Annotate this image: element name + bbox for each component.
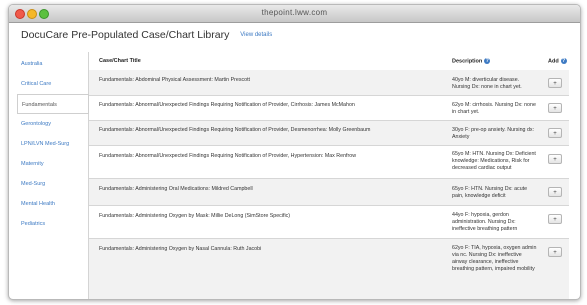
case-description: 44yo F: hypoxia, gerdon administration. … [452, 212, 518, 232]
table-row: Fundamentals: Administering Oxygen by Na… [89, 239, 569, 299]
column-header-description: Description? [452, 58, 491, 65]
add-case-button[interactable]: + [548, 247, 562, 257]
case-title[interactable]: Fundamentals: Abnormal/Unexpected Findin… [99, 102, 355, 108]
case-description: 40yo M: diverticular disease. Nursing Dx… [452, 77, 522, 90]
sidebar-item-pediatrics[interactable]: Pediatrics [17, 214, 88, 234]
browser-window: thepoint.lww.com DocuCare Pre-Populated … [8, 4, 581, 300]
column-header-title: Case/Chart Title [99, 58, 141, 64]
table-row: Fundamentals: Abnormal/Unexpected Findin… [89, 146, 569, 179]
add-case-button[interactable]: + [548, 154, 562, 164]
add-case-button[interactable]: + [548, 214, 562, 224]
case-description: 65yo F: HTN. Nursing Dx: acute pain, kno… [452, 186, 528, 199]
table-row: Fundamentals: Administering Oral Medicat… [89, 179, 569, 206]
case-title[interactable]: Fundamentals: Abnormal/Unexpected Findin… [99, 127, 370, 133]
sidebar-item-maternity[interactable]: Maternity [17, 154, 88, 174]
case-title[interactable]: Fundamentals: Administering Oxygen by Na… [99, 246, 261, 252]
case-title[interactable]: Fundamentals: Abnormal/Unexpected Findin… [99, 153, 356, 159]
case-table: Case/Chart Title Description? Add? Funda… [88, 52, 569, 299]
add-case-button[interactable]: + [548, 128, 562, 138]
window-url: thepoint.lww.com [261, 8, 328, 17]
column-header-add-label: Add [548, 58, 559, 65]
case-title[interactable]: Fundamentals: Administering Oxygen by Ma… [99, 213, 290, 219]
case-title[interactable]: Fundamentals: Abdominal Physical Assessm… [99, 77, 250, 83]
case-description: 30yo F: pre-op anxiety. Nursing dx: Anxi… [452, 127, 535, 140]
view-details-link[interactable]: View details [240, 32, 272, 38]
case-description: 62yo F: TIA, hypoxia, oxygen admin via n… [452, 245, 537, 272]
sidebar-item-australia[interactable]: Australia [17, 54, 88, 74]
help-icon[interactable]: ? [484, 58, 491, 64]
sidebar-item-critical-care[interactable]: Critical Care [17, 74, 88, 94]
case-description: 65yo M: HTN. Nursing Dx: Deficient knowl… [452, 151, 536, 171]
add-case-button[interactable]: + [548, 187, 562, 197]
sidebar-item-lpn-lvn-med-surg[interactable]: LPN/LVN Med-Surg [17, 134, 88, 154]
help-icon[interactable]: ? [560, 58, 567, 64]
case-title[interactable]: Fundamentals: Administering Oral Medicat… [99, 186, 253, 192]
sidebar-item-fundamentals[interactable]: Fundamentals [17, 94, 89, 114]
case-description: 62yo M: cirrhosis. Nursing Dx: none in c… [452, 102, 536, 115]
sidebar-item-med-surg[interactable]: Med-Surg [17, 174, 88, 194]
column-header-description-label: Description [452, 58, 483, 65]
title-bar: thepoint.lww.com [9, 5, 580, 23]
category-sidebar: Australia Critical Care Fundamentals Ger… [17, 52, 89, 234]
add-case-button[interactable]: + [548, 78, 562, 88]
table-row: Fundamentals: Administering Oxygen by Ma… [89, 206, 569, 239]
column-header-add: Add? [548, 58, 567, 64]
table-row: Fundamentals: Abnormal/Unexpected Findin… [89, 121, 569, 146]
add-case-button[interactable]: + [548, 103, 562, 113]
sidebar-item-gerontology[interactable]: Gerontology [17, 114, 88, 134]
table-row: Fundamentals: Abnormal/Unexpected Findin… [89, 96, 569, 121]
table-row: Fundamentals: Abdominal Physical Assessm… [89, 70, 569, 96]
sidebar-item-mental-health[interactable]: Mental Health [17, 194, 88, 214]
page-header: DocuCare Pre-Populated Case/Chart Librar… [21, 29, 272, 41]
page-title: DocuCare Pre-Populated Case/Chart Librar… [21, 29, 230, 41]
